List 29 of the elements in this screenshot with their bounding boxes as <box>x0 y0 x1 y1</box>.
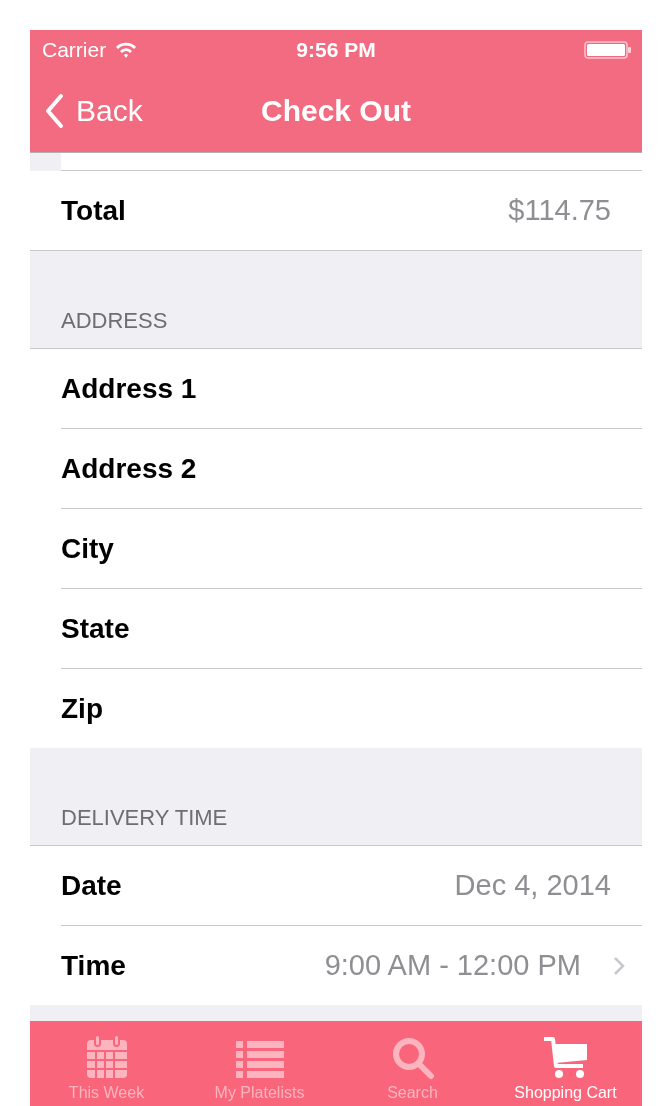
back-button[interactable]: Back <box>30 93 143 129</box>
row-value: Dec 4, 2014 <box>454 869 611 902</box>
row-label: Time <box>61 949 126 982</box>
section-header: DELIVERY TIME <box>61 805 228 831</box>
row-label: Zip <box>61 692 103 725</box>
chevron-left-icon <box>44 93 64 129</box>
search-icon <box>390 1036 435 1080</box>
battery-icon <box>584 40 632 60</box>
row-label: City <box>61 532 114 565</box>
cart-icon <box>542 1036 589 1080</box>
row-label: Total <box>61 194 126 227</box>
row-label: State <box>61 612 130 645</box>
tab-item[interactable]: This Week <box>30 1021 183 1106</box>
row-label: Address 1 <box>61 372 197 405</box>
calendar-icon <box>84 1034 129 1080</box>
status-time: 9:56 PM <box>296 38 376 62</box>
tab-item[interactable]: My Platelists <box>183 1021 336 1106</box>
carrier-label: Carrier <box>42 38 107 62</box>
row-label: Date <box>61 869 122 902</box>
wifi-icon <box>114 41 139 59</box>
screen-title: Check Out <box>261 94 411 128</box>
tab-item[interactable]: Search <box>336 1021 489 1106</box>
tab-item[interactable]: Shopping Cart <box>489 1021 642 1106</box>
list-icon <box>235 1040 284 1080</box>
row-value: 9:00 AM - 12:00 PM <box>324 949 581 982</box>
row-label: Address 2 <box>61 452 197 485</box>
chevron-right-icon <box>613 955 625 976</box>
total-value: $114.75 <box>508 194 611 227</box>
section-header: ADDRESS <box>61 308 168 334</box>
